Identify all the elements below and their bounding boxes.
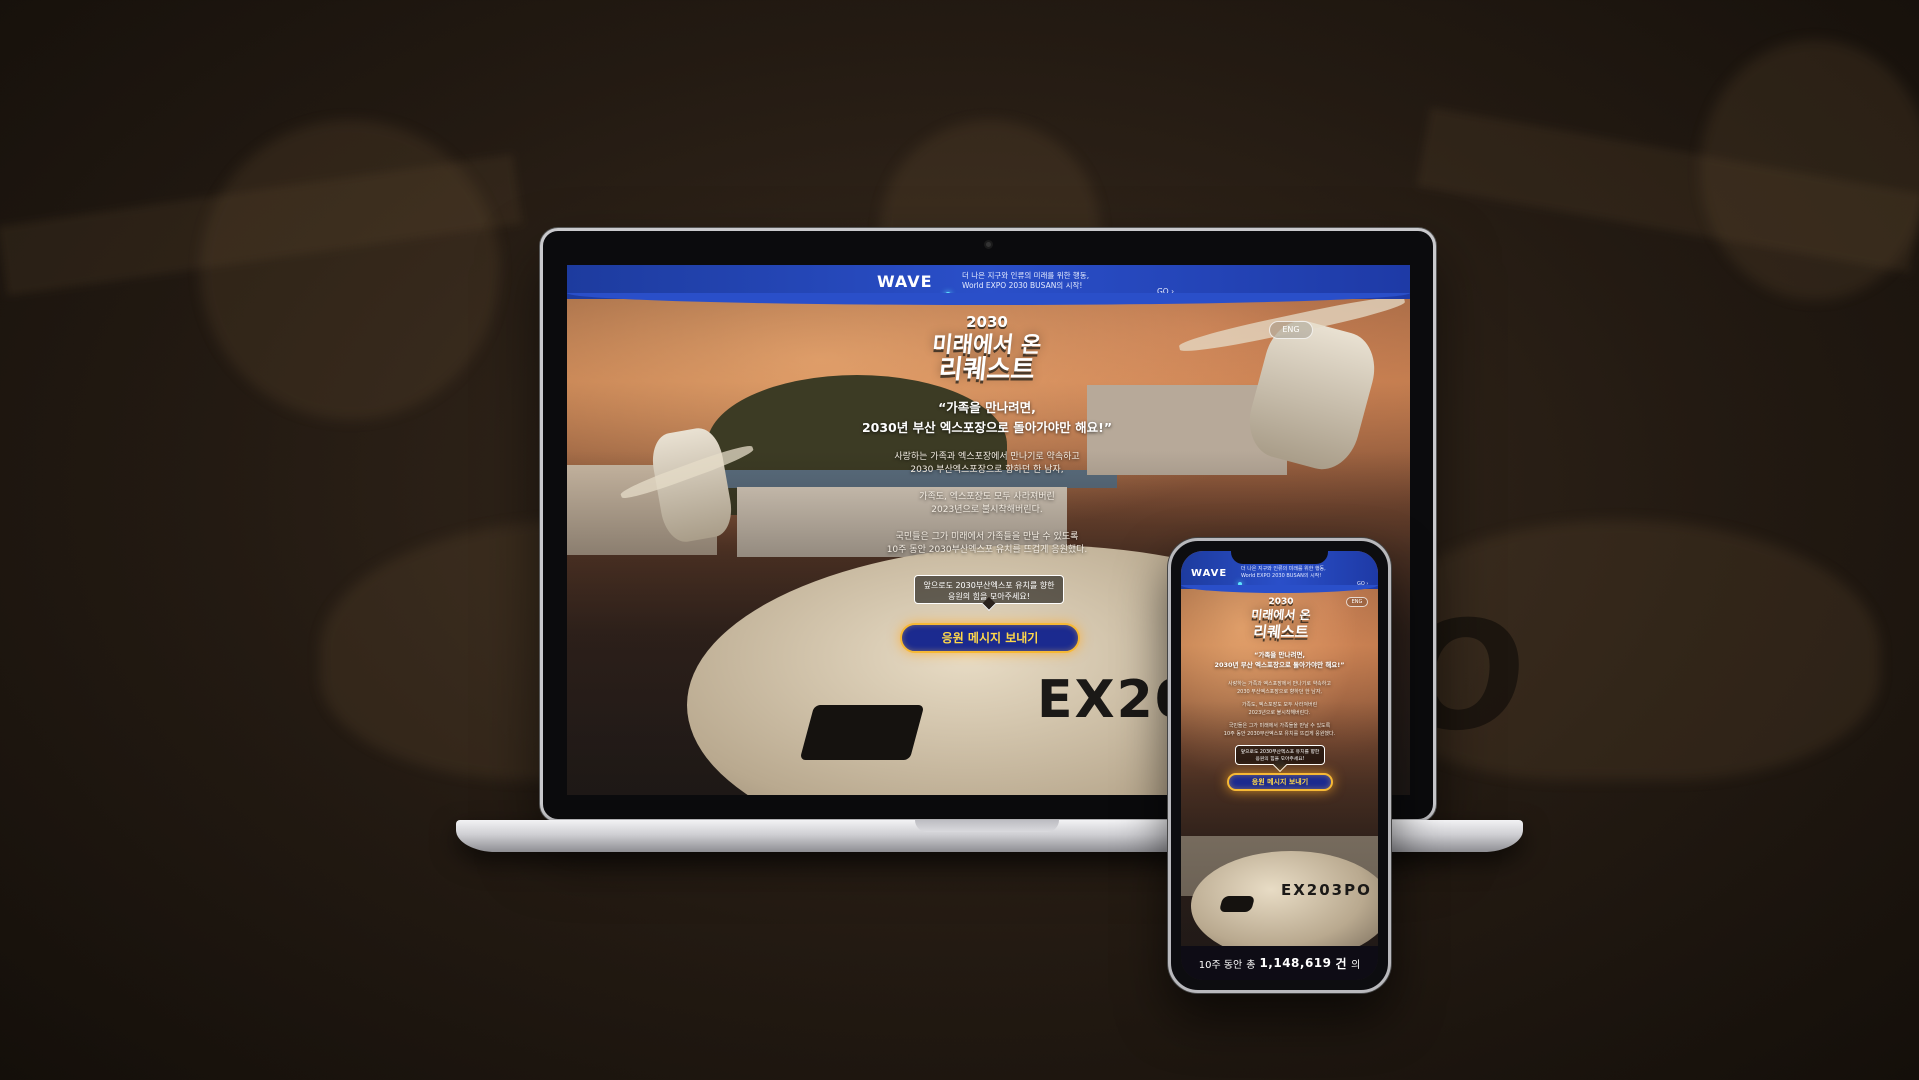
cheer-count-footer: 10주 동안 총 1,148,619 건 의 <box>1181 946 1378 980</box>
story-paragraph-line: 국민들은 그가 미래에서 가족들을 만날 수 있도록 <box>895 532 1079 542</box>
laptop-opening-notch <box>915 820 1059 832</box>
language-toggle-button[interactable]: ENG <box>1346 597 1368 607</box>
story-paragraph-line: 사랑하는 가족과 엑스포장에서 만나기로 약속하고 <box>894 452 1080 462</box>
story-paragraph-line: 사랑하는 가족과 엑스포장에서 만나기로 약속하고 <box>1228 681 1331 687</box>
aircraft-registration: EX203PO <box>1281 881 1372 899</box>
send-cheer-message-button[interactable]: 응원 메시지 보내기 <box>900 623 1080 653</box>
mobile-website-hero: EX203PO WAVE 더 나은 지구와 인류의 미래를 위한 행동, Wor… <box>1181 551 1378 980</box>
camera-dot <box>984 240 993 249</box>
banner-text-line2: World EXPO 2030 BUSAN의 시작! <box>962 281 1083 291</box>
footer-unit: 건 <box>1335 956 1348 971</box>
banner-text-line1: 더 나은 지구와 인류의 미래를 위한 행동, <box>962 271 1090 280</box>
story-paragraph-line: 국민들은 그가 미래에서 가족들을 만날 수 있도록 <box>1228 723 1331 729</box>
footer-suffix: 의 <box>1351 959 1361 971</box>
quote-line2: 2030년 부산 엑스포장으로 돌아가야만 해요!” <box>1214 661 1345 669</box>
speech-bubble: 앞으로도 2030부산엑스포 유치를 향한 응원의 힘을 모아주세요! <box>1235 745 1325 765</box>
logo-title-line2: 리퀘스트 <box>1252 623 1310 641</box>
phone-device: EX203PO WAVE 더 나은 지구와 인류의 미래를 위한 행동, Wor… <box>1168 538 1391 993</box>
wave-logo[interactable]: WAVE <box>1191 568 1227 579</box>
quote-line1: “가족을 만나려면, <box>1254 651 1305 659</box>
story-paragraph-line: 2030 부산엑스포장으로 향하던 한 남자, <box>910 465 1064 475</box>
banner-text-line2: World EXPO 2030 BUSAN의 시작! <box>1241 572 1322 579</box>
story-paragraph-line: 2023년으로 불시착해버린다. <box>931 505 1043 515</box>
cheer-count: 1,148,619 <box>1259 956 1332 970</box>
footer-total: 총 <box>1246 959 1256 971</box>
quote-line1: “가족을 만나려면, <box>938 400 1036 415</box>
story-paragraph-line: 10주 동안 2030부산엑스포 유치를 뜨겁게 응원했다. <box>1223 731 1336 737</box>
phone-website-view: EX203PO WAVE 더 나은 지구와 인류의 미래를 위한 행동, Wor… <box>1181 551 1378 980</box>
story-paragraph-line: 2023년으로 불시착해버린다. <box>1248 710 1311 716</box>
logo-title-line2: 리퀘스트 <box>937 355 1037 385</box>
story-paragraph-line: 가족도, 엑스포장도 모두 사라져버린 <box>1241 702 1318 708</box>
mockup-canvas: { "site": { "brand": "WAVE", "banner_lin… <box>0 0 1919 1080</box>
aircraft-window <box>1218 896 1256 912</box>
aircraft-fuselage <box>1191 851 1378 961</box>
story-paragraph-line: 2030 부산엑스포장으로 향하던 한 남자, <box>1236 689 1323 695</box>
quote-line2: 2030년 부산 엑스포장으로 돌아가야만 해요!” <box>861 420 1113 435</box>
footer-prefix: 10주 동안 <box>1198 959 1243 971</box>
phone-notch <box>1231 548 1328 564</box>
banner-text-line1: 더 나은 지구와 인류의 미래를 위한 행동, <box>1241 566 1326 572</box>
story-paragraph-line: 10주 동안 2030부산엑스포 유치를 뜨겁게 응원했다. <box>886 545 1088 555</box>
speech-bubble: 앞으로도 2030부산엑스포 유치를 향한 응원의 힘을 모아주세요! <box>914 575 1064 604</box>
wave-logo[interactable]: WAVE <box>877 272 933 291</box>
aircraft-window <box>799 705 925 760</box>
language-toggle-button[interactable]: ENG <box>1269 321 1313 339</box>
story-paragraph-line: 가족도, 엑스포장도 모두 사라져버린 <box>919 492 1055 502</box>
send-cheer-message-button[interactable]: 응원 메시지 보내기 <box>1227 773 1333 791</box>
